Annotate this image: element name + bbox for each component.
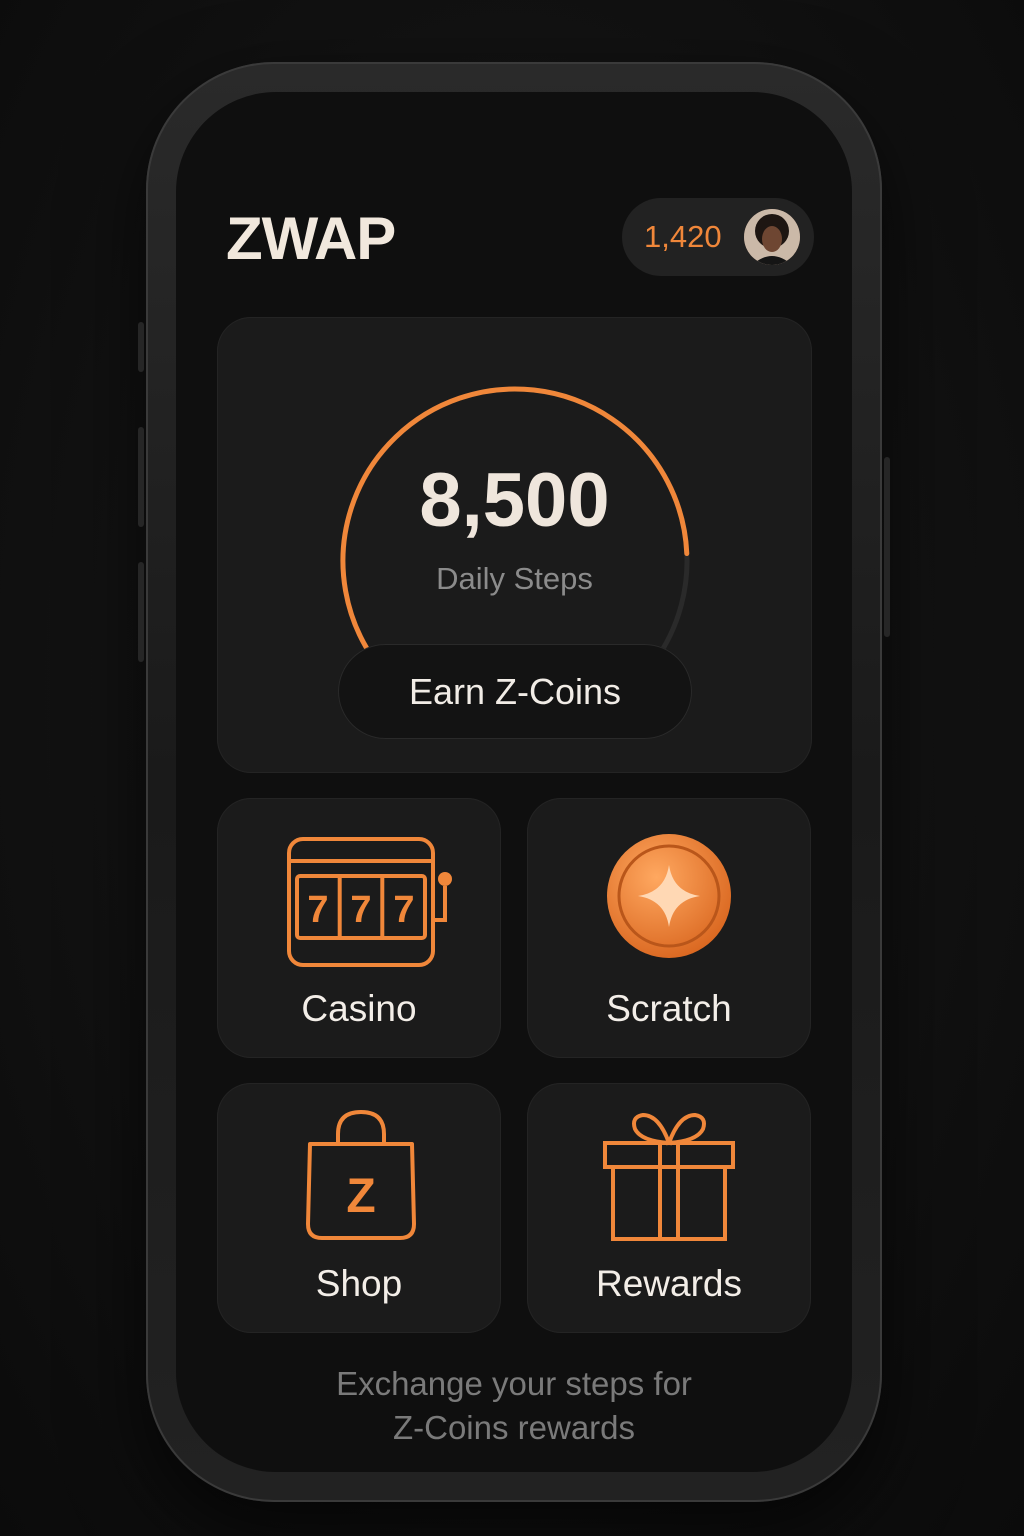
tile-shop-label: Shop xyxy=(315,1263,403,1304)
tile-casino-label: Casino xyxy=(301,988,417,1029)
avatar[interactable] xyxy=(744,209,800,265)
tile-rewards-label: Rewards xyxy=(596,1263,742,1304)
coin-balance: 1,420 xyxy=(644,219,722,254)
tile-scratch[interactable]: Scratch xyxy=(527,798,811,1058)
step-count-label: Daily Steps xyxy=(436,561,593,596)
svg-text:7: 7 xyxy=(307,889,328,931)
app-logo: ZWAP xyxy=(226,205,396,272)
svg-text:7: 7 xyxy=(350,889,371,931)
avatar-portrait xyxy=(744,209,800,265)
phone-frame: ZWAP 1,420 8,500 Daily Steps Earn Z-Coin… xyxy=(138,62,890,1502)
coin-balance-pill[interactable]: 1,420 xyxy=(622,198,814,276)
daily-steps-card: 8,500 Daily Steps Earn Z-Coins xyxy=(217,317,812,773)
mute-switch xyxy=(138,322,144,372)
step-count: 8,500 xyxy=(419,458,610,543)
volume-down-button xyxy=(138,562,144,662)
svg-text:7: 7 xyxy=(393,889,414,931)
coin-sparkle-icon xyxy=(607,834,731,958)
power-button xyxy=(884,457,890,637)
tile-rewards[interactable]: Rewards xyxy=(527,1083,811,1333)
tile-shop[interactable]: Z Shop xyxy=(217,1083,501,1333)
app-screen: ZWAP 1,420 8,500 Daily Steps Earn Z-Coin… xyxy=(176,92,852,1472)
slot-machine-icon: 7 7 7 xyxy=(287,837,452,967)
gift-icon xyxy=(603,1112,735,1241)
shopping-bag-icon: Z xyxy=(306,1110,416,1240)
tile-casino[interactable]: 7 7 7 Casino xyxy=(217,798,501,1058)
earn-z-coins-button[interactable]: Earn Z-Coins xyxy=(338,644,692,739)
volume-up-button xyxy=(138,427,144,527)
footer-line-2: Z-Coins rewards xyxy=(392,1409,636,1446)
tile-scratch-label: Scratch xyxy=(606,988,732,1029)
svg-text:Z: Z xyxy=(346,1170,375,1223)
footer-line-1: Exchange your steps for xyxy=(336,1365,692,1402)
footer-tagline: Exchange your steps for Z-Coins rewards xyxy=(176,1362,852,1450)
